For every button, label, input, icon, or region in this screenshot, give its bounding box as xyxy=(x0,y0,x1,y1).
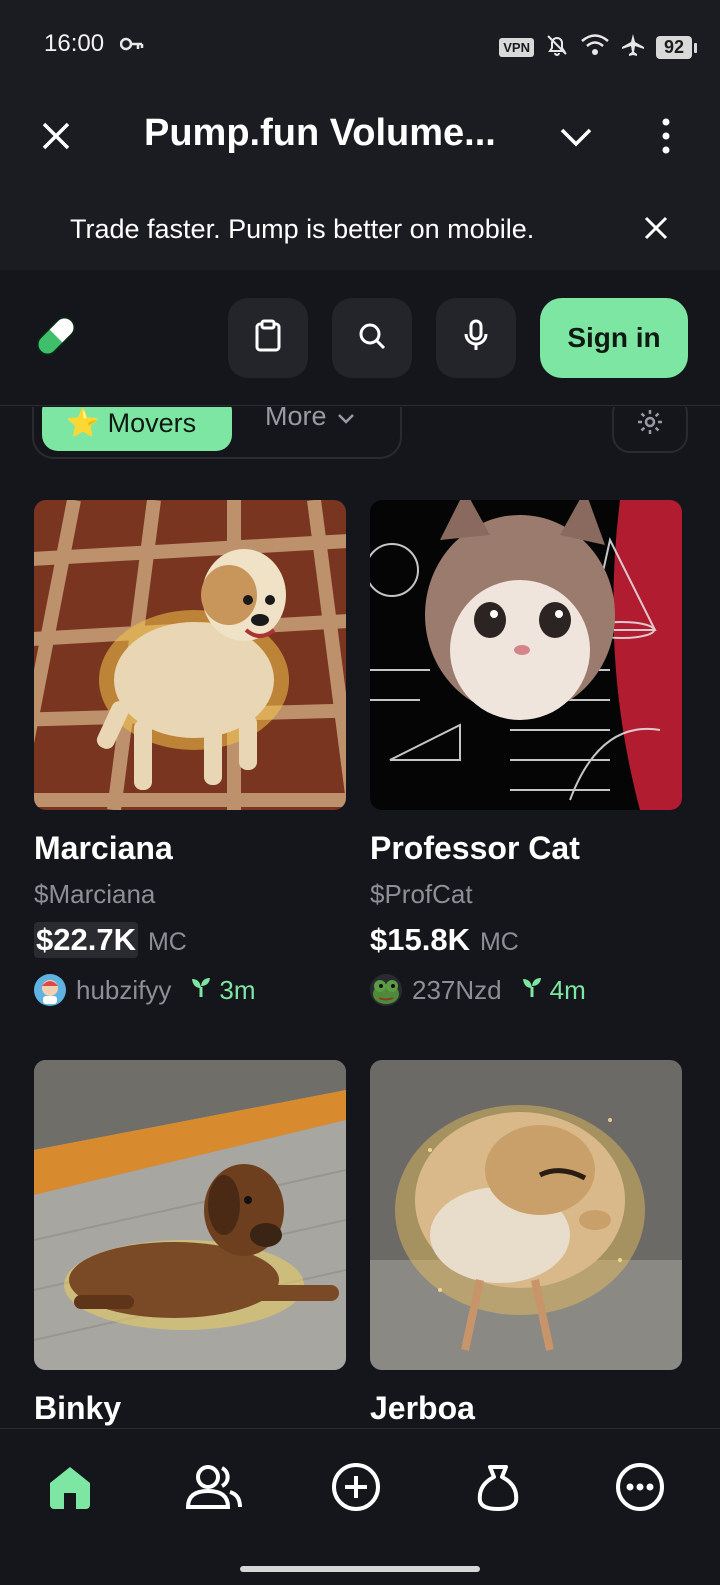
chevron-down-icon xyxy=(337,407,355,432)
token-age-value: 4m xyxy=(549,974,586,1005)
bottom-nav xyxy=(0,1428,720,1554)
token-ticker: $ProfCat xyxy=(370,879,473,909)
status-bar: 16:00 VPN 92 xyxy=(0,0,720,92)
vpn-badge: VPN xyxy=(499,38,534,57)
sprout-icon xyxy=(520,975,544,1006)
token-ticker: $Marciana xyxy=(34,879,156,909)
nav-community[interactable] xyxy=(182,1457,246,1521)
token-image xyxy=(370,1060,682,1370)
users-icon xyxy=(184,1461,244,1518)
token-card[interactable]: Professor Cat $ProfCat $15.8K MC 237Nzd … xyxy=(370,500,682,1006)
search-icon xyxy=(356,320,388,357)
creator-name[interactable]: 237Nzd xyxy=(412,975,502,1006)
more-vertical-icon[interactable] xyxy=(656,116,676,156)
token-image xyxy=(34,1060,346,1370)
chevron-down-icon[interactable] xyxy=(556,118,596,158)
token-name: Jerboa xyxy=(370,1390,475,1426)
token-meta: 237Nzd 4m xyxy=(370,974,682,1006)
status-icons: VPN 92 xyxy=(499,32,698,63)
gesture-bar[interactable] xyxy=(240,1566,480,1572)
token-age: 3m xyxy=(189,974,256,1006)
voice-button[interactable] xyxy=(436,298,516,378)
filter-movers-label: Movers xyxy=(107,407,197,438)
token-age: 4m xyxy=(520,975,586,1006)
nav-portfolio[interactable] xyxy=(466,1457,530,1521)
market-cap: $15.8K MC xyxy=(370,922,682,958)
banner-close-icon[interactable] xyxy=(640,212,672,244)
clipboard-icon xyxy=(253,319,283,358)
filter-more[interactable]: More xyxy=(265,407,355,432)
banner-text: Trade faster. Pump is better on mobile. xyxy=(70,214,535,244)
page-title: Pump.fun Volume... xyxy=(144,112,496,154)
bell-off-icon xyxy=(544,32,570,63)
microphone-icon xyxy=(461,319,491,358)
filter-more-label: More xyxy=(265,407,327,431)
status-time: 16:00 xyxy=(44,30,105,57)
token-card[interactable]: Jerboa xyxy=(370,1060,682,1427)
star-icon: ⭐ xyxy=(66,408,100,438)
sign-in-button[interactable]: Sign in xyxy=(540,298,688,378)
market-cap: $22.7K MC xyxy=(34,922,346,958)
token-age-value: 3m xyxy=(219,974,256,1005)
browser-header: Pump.fun Volume... xyxy=(0,92,720,184)
market-cap-label: MC xyxy=(479,928,519,956)
clipboard-button[interactable] xyxy=(228,298,308,378)
token-image xyxy=(34,500,346,810)
filter-movers[interactable]: ⭐ Movers xyxy=(42,407,232,451)
market-cap-label: MC xyxy=(147,928,187,956)
token-name: Professor Cat xyxy=(370,830,580,866)
avatar xyxy=(370,974,402,1006)
nav-create[interactable] xyxy=(324,1457,388,1521)
gear-icon xyxy=(636,408,664,441)
bag-icon xyxy=(472,1461,524,1518)
nav-more[interactable] xyxy=(608,1457,672,1521)
key-icon xyxy=(119,36,144,57)
close-icon[interactable] xyxy=(36,116,76,156)
home-icon xyxy=(44,1461,96,1518)
token-card[interactable]: Marciana $Marciana $22.7K MC hubzifyy 3m xyxy=(34,500,346,1006)
plus-circle-icon xyxy=(330,1461,382,1518)
avatar xyxy=(34,974,66,1006)
token-name: Binky xyxy=(34,1390,122,1426)
pill-logo-icon[interactable] xyxy=(30,310,82,362)
market-cap-value: $15.8K xyxy=(370,922,470,957)
creator-name[interactable]: hubzifyy xyxy=(76,975,171,1006)
airplane-icon xyxy=(620,32,646,63)
token-name: Marciana xyxy=(34,830,173,866)
nav-home[interactable] xyxy=(38,1457,102,1521)
battery-indicator: 92 xyxy=(655,36,698,59)
filter-bar: ⭐ Movers More xyxy=(0,407,720,467)
more-circle-icon xyxy=(614,1461,666,1518)
mobile-app-banner: Trade faster. Pump is better on mobile. xyxy=(0,184,720,270)
settings-button[interactable] xyxy=(612,407,688,453)
sprout-icon xyxy=(189,975,213,1006)
market-cap-value: $22.7K xyxy=(34,922,138,958)
toolbar: Sign in xyxy=(0,270,720,406)
search-button[interactable] xyxy=(332,298,412,378)
wifi-icon xyxy=(580,33,610,62)
gesture-area xyxy=(0,1554,720,1585)
token-image xyxy=(370,500,682,810)
token-meta: hubzifyy 3m xyxy=(34,974,346,1006)
token-card[interactable]: Binky xyxy=(34,1060,346,1427)
